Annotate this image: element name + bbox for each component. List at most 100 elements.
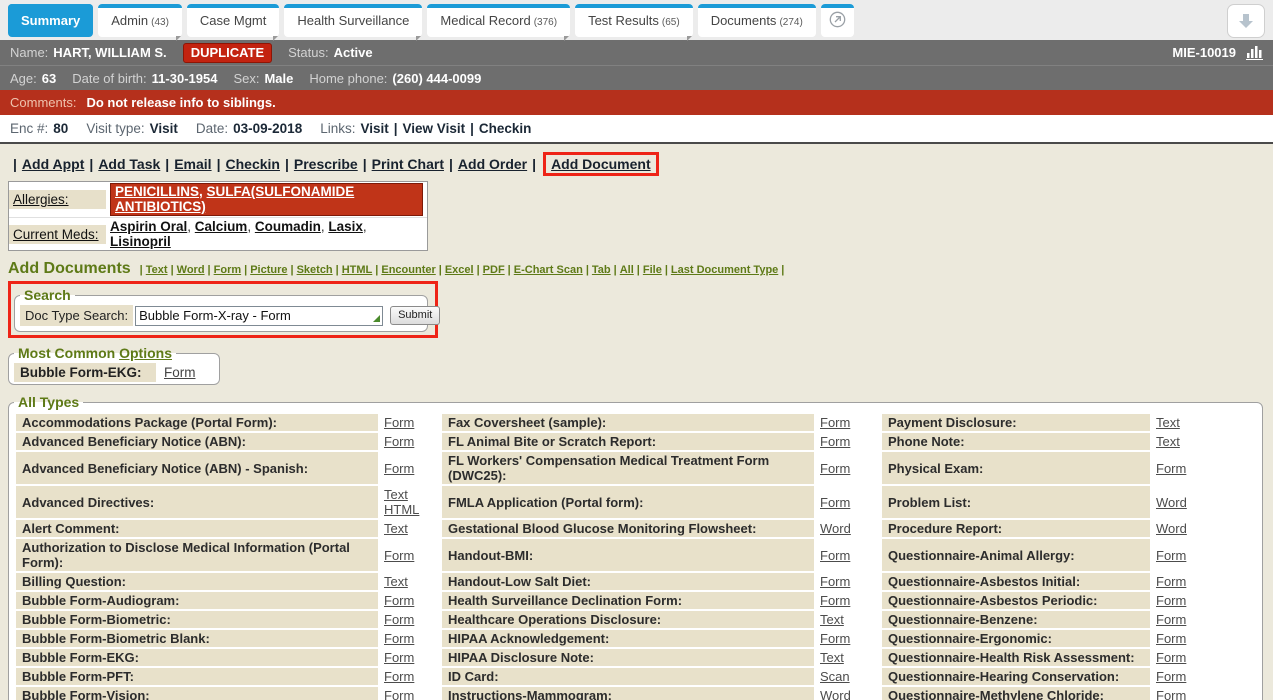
add-doc-picture-link[interactable]: Picture [250,264,287,276]
add-doc-sketch-link[interactable]: Sketch [297,264,333,276]
prescribe-link[interactable]: Prescribe [294,156,358,172]
tab-health-surveillance[interactable]: Health Surveillance [284,4,422,37]
doc-bubble-form-pft-form-link[interactable]: Form [384,669,414,684]
doc-questionnaire-animal-allergy-form-link[interactable]: Form [1156,548,1186,563]
checkin-link[interactable]: Checkin [226,156,280,172]
doc-fl-animal-bite-or-scratch-report-form-link[interactable]: Form [820,434,850,449]
doc-type-label: Handout-BMI: [442,539,814,571]
doc-fl-workers-compensation-medical-treatment-form-dwc25-form-link[interactable]: Form [820,461,850,476]
add-doc-pdf-link[interactable]: PDF [483,264,505,276]
add-task-link[interactable]: Add Task [98,156,160,172]
submit-button[interactable]: Submit [390,306,440,325]
add-doc-last-document-type-link[interactable]: Last Document Type [671,264,778,276]
doc-healthcare-operations-disclosure-text-link[interactable]: Text [820,612,844,627]
tab-admin[interactable]: Admin(43) [98,4,182,37]
doc-hipaa-acknowledgement-form-link[interactable]: Form [820,631,850,646]
med-calcium[interactable]: Calcium [195,219,248,234]
doc-health-surveillance-declination-form-form-link[interactable]: Form [820,593,850,608]
tab-case-mgmt[interactable]: Case Mgmt [187,4,279,37]
add-appt-link[interactable]: Add Appt [22,156,84,172]
doc-instructions-mammogram-word-link[interactable]: Word [820,688,851,700]
doc-billing-question-text-link[interactable]: Text [384,574,408,589]
doc-type-links: Form [1152,452,1255,484]
most-common-form-link[interactable]: Form [164,365,196,380]
doc-bubble-form-vision-form-link[interactable]: Form [384,688,414,700]
tab-test-results[interactable]: Test Results(65) [575,4,693,37]
med-aspirin-oral[interactable]: Aspirin Oral [110,219,187,234]
separator: | [89,156,93,172]
add-doc-html-link[interactable]: HTML [342,264,373,276]
doc-type-search-input[interactable] [135,306,383,326]
doc-problem-list-word-link[interactable]: Word [1156,495,1187,510]
tab-summary[interactable]: Summary [8,4,93,37]
doc-bubble-form-ekg-form-link[interactable]: Form [384,650,414,665]
tab-count: (274) [779,17,802,28]
doc-handout-low-salt-diet-form-link[interactable]: Form [820,574,850,589]
search-row: Doc Type Search: Submit [20,305,422,326]
doc-type-links: Word [1152,486,1255,518]
add-doc-e-chart-scan-link[interactable]: E-Chart Scan [514,264,583,276]
doc-alert-comment-text-link[interactable]: Text [384,521,408,536]
doc-bubble-form-audiogram-form-link[interactable]: Form [384,593,414,608]
med-lasix[interactable]: Lasix [328,219,363,234]
doc-bubble-form-biometric-form-link[interactable]: Form [384,612,414,627]
doc-hipaa-disclosure-note-text-link[interactable]: Text [820,650,844,665]
doc-advanced-beneficiary-notice-abn-spanish-form-link[interactable]: Form [384,461,414,476]
doc-questionnaire-hearing-conservation-form-link[interactable]: Form [1156,669,1186,684]
add-document-link[interactable]: Add Document [551,156,651,172]
doc-id-card-scan-link[interactable]: Scan [820,669,850,684]
duplicate-badge[interactable]: DUPLICATE [183,43,272,63]
doc-questionnaire-asbestos-periodic-form-link[interactable]: Form [1156,593,1186,608]
add-doc-text-link[interactable]: Text [146,264,168,276]
options-link[interactable]: Options [119,345,172,361]
encounter-bar: Enc #: 80 Visit type: Visit Date: 03-09-… [0,115,1273,144]
add-doc-encounter-link[interactable]: Encounter [381,264,435,276]
doc-questionnaire-asbestos-initial-form-link[interactable]: Form [1156,574,1186,589]
doc-questionnaire-methylene-chloride-form-link[interactable]: Form [1156,688,1186,700]
add-doc-file-link[interactable]: File [643,264,662,276]
doc-bubble-form-biometric-blank-form-link[interactable]: Form [384,631,414,646]
add-doc-excel-link[interactable]: Excel [445,264,474,276]
download-chart-button[interactable] [1227,4,1265,38]
doc-payment-disclosure-text-link[interactable]: Text [1156,415,1180,430]
checkin-link[interactable]: Checkin [479,121,532,136]
allergies-link[interactable]: Allergies: [13,192,69,207]
table-row: Bubble Form-Biometric Blank:FormHIPAA Ac… [16,630,1255,647]
doc-advanced-directives-html-link[interactable]: HTML [384,502,419,517]
doc-authorization-to-disclose-medical-information-portal-form-form-link[interactable]: Form [384,548,414,563]
doc-type-label: HIPAA Acknowledgement: [442,630,814,647]
view-visit-link[interactable]: View Visit [403,121,466,136]
tab-documents[interactable]: Documents(274) [698,4,816,37]
doc-advanced-beneficiary-notice-abn-form-link[interactable]: Form [384,434,414,449]
add-doc-all-link[interactable]: All [620,264,634,276]
add-doc-tab-link[interactable]: Tab [592,264,611,276]
current-meds-link[interactable]: Current Meds: [13,227,99,242]
add-order-link[interactable]: Add Order [458,156,527,172]
print-chart-link[interactable]: Print Chart [372,156,444,172]
doc-fax-coversheet-sample-form-link[interactable]: Form [820,415,850,430]
doc-procedure-report-word-link[interactable]: Word [1156,521,1187,536]
bar-chart-icon[interactable] [1246,45,1263,60]
doc-questionnaire-health-risk-assessment-form-link[interactable]: Form [1156,650,1186,665]
patient-name: HART, WILLIAM S. [53,45,166,60]
doc-fmla-application-portal-form-form-link[interactable]: Form [820,495,850,510]
doc-phone-note-text-link[interactable]: Text [1156,434,1180,449]
doc-advanced-directives-text-link[interactable]: Text [384,487,408,502]
allergy-penicillins[interactable]: PENICILLINS [115,184,199,199]
doc-handout-bmi-form-link[interactable]: Form [820,548,850,563]
med-coumadin[interactable]: Coumadin [255,219,321,234]
doc-accommodations-package-portal-form-form-link[interactable]: Form [384,415,414,430]
doc-type-label: Bubble Form-EKG: [16,649,378,666]
doc-questionnaire-ergonomic-form-link[interactable]: Form [1156,631,1186,646]
visit-link[interactable]: Visit [360,121,388,136]
doc-physical-exam-form-link[interactable]: Form [1156,461,1186,476]
add-doc-form-link[interactable]: Form [214,264,242,276]
visit-date-value: 03-09-2018 [233,121,302,136]
tab-medical-record[interactable]: Medical Record(376) [427,4,570,37]
add-doc-word-link[interactable]: Word [177,264,205,276]
doc-gestational-blood-glucose-monitoring-flowsheet-word-link[interactable]: Word [820,521,851,536]
email-link[interactable]: Email [174,156,211,172]
open-documents-shortcut-button[interactable] [821,4,854,37]
med-lisinopril[interactable]: Lisinopril [110,234,171,249]
doc-questionnaire-benzene-form-link[interactable]: Form [1156,612,1186,627]
